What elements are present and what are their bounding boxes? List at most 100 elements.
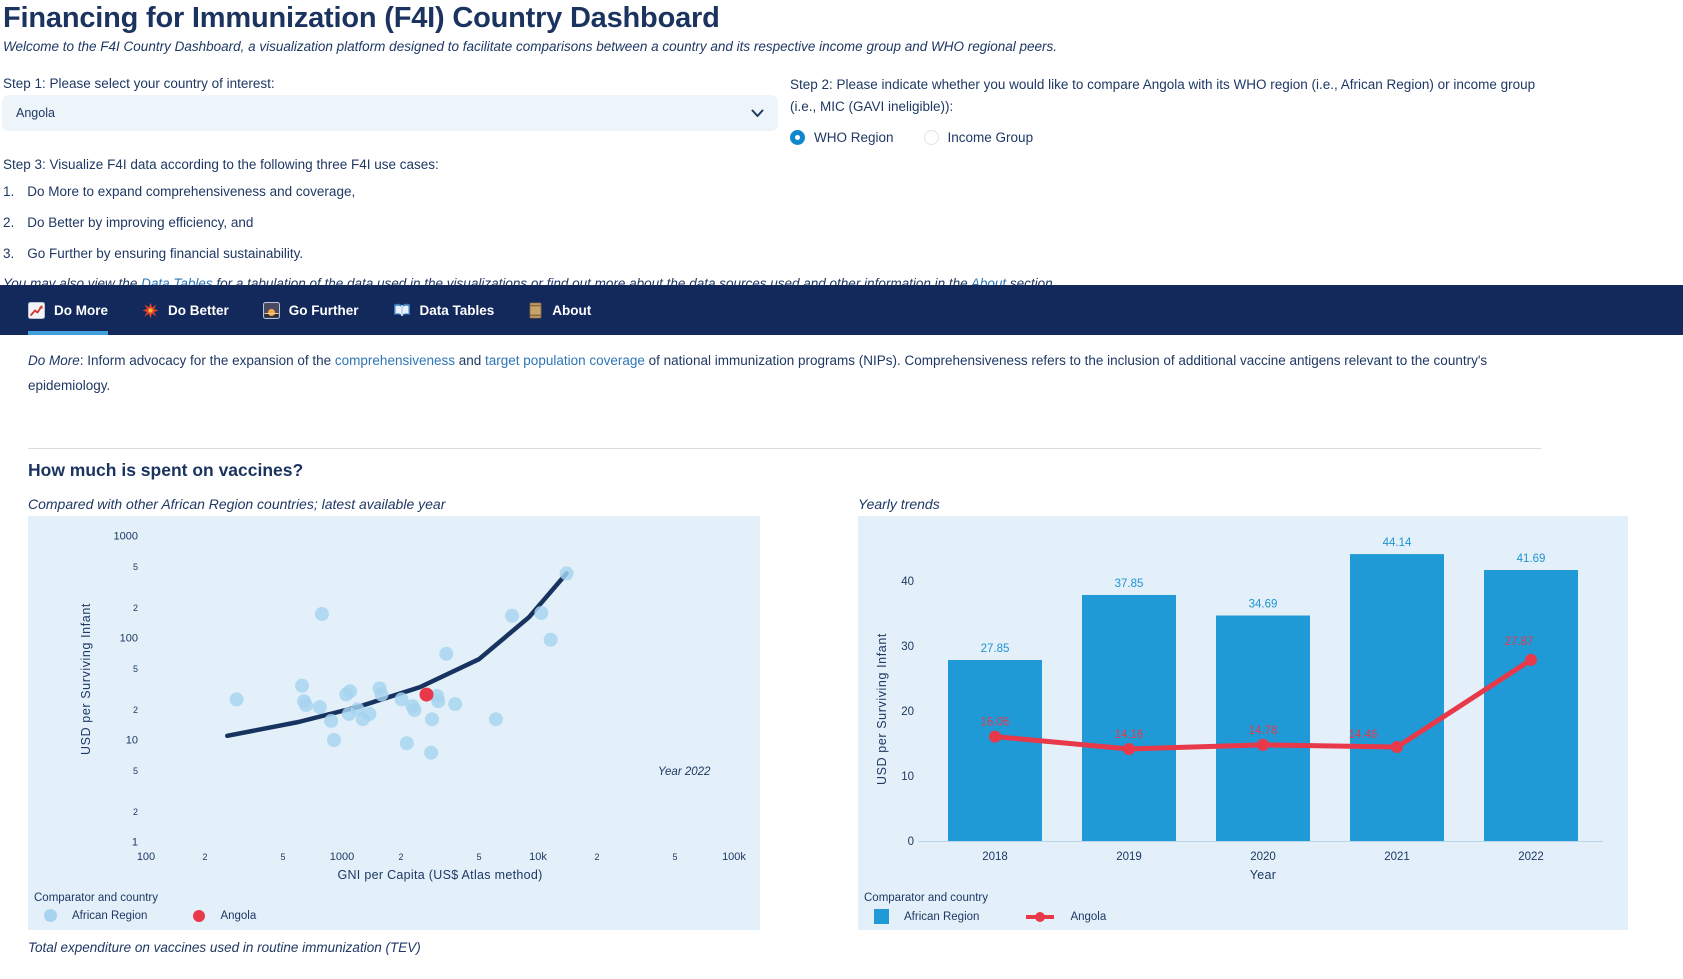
scatter-legend: African Region Angola bbox=[44, 909, 256, 922]
tab-label: About bbox=[552, 303, 591, 318]
step2-block: Step 2: Please indicate whether you woul… bbox=[790, 74, 1562, 149]
african-region-dot-swatch[interactable] bbox=[44, 909, 57, 922]
svg-text:16.06: 16.06 bbox=[981, 717, 1010, 729]
tab-do-more[interactable]: Do More bbox=[28, 285, 108, 335]
svg-text:100k: 100k bbox=[722, 851, 746, 863]
use-case-name: Go Further bbox=[27, 246, 92, 261]
tab-do-better[interactable]: Do Better bbox=[142, 285, 229, 335]
tab-label: Go Further bbox=[289, 303, 359, 318]
svg-text:14.46: 14.46 bbox=[1349, 729, 1378, 741]
tab-label: Data Tables bbox=[420, 303, 495, 318]
angola-line-swatch[interactable] bbox=[1025, 911, 1055, 923]
legend-african-region-label[interactable]: African Region bbox=[72, 910, 147, 922]
svg-text:2: 2 bbox=[202, 852, 207, 862]
svg-text:5: 5 bbox=[280, 852, 285, 862]
radio-income-group-label: Income Group bbox=[948, 127, 1034, 149]
radio-income-group[interactable]: Income Group bbox=[924, 127, 1034, 149]
country-select-dropdown[interactable]: Angola bbox=[2, 95, 778, 131]
svg-text:5: 5 bbox=[672, 852, 677, 862]
svg-text:1: 1 bbox=[132, 837, 138, 849]
svg-text:0: 0 bbox=[908, 836, 914, 848]
svg-text:41.69: 41.69 bbox=[1517, 553, 1546, 565]
bar-y-axis-label: USD per Surviving Infant bbox=[875, 589, 889, 829]
svg-text:30: 30 bbox=[901, 641, 914, 653]
legend-african-region-label[interactable]: African Region bbox=[904, 911, 979, 923]
svg-text:100: 100 bbox=[137, 851, 155, 863]
f4i-dashboard: Financing for Immunization (F4I) Country… bbox=[0, 0, 1683, 979]
svg-text:2: 2 bbox=[133, 807, 138, 817]
svg-text:2: 2 bbox=[398, 852, 403, 862]
svg-text:20: 20 bbox=[901, 706, 914, 718]
svg-text:2022: 2022 bbox=[1518, 851, 1544, 863]
svg-text:2: 2 bbox=[133, 705, 138, 715]
comprehensiveness-link[interactable]: comprehensiveness bbox=[335, 353, 455, 368]
bar-x-axis-label: Year bbox=[1113, 868, 1413, 882]
svg-text:34.69: 34.69 bbox=[1249, 599, 1278, 611]
book-spine-icon bbox=[528, 302, 543, 319]
svg-text:44.14: 44.14 bbox=[1383, 537, 1412, 549]
use-case-number: 3. bbox=[3, 244, 14, 265]
scatter-chart-card: USD per Surviving Infant 1 2 5 10 2 5 100 2 5 100… bbox=[28, 516, 760, 930]
page-title: Financing for Immunization (F4I) Country… bbox=[3, 2, 720, 35]
svg-text:2019: 2019 bbox=[1116, 851, 1142, 863]
scatter-y-axis-label: USD per Surviving Infant bbox=[79, 559, 93, 799]
radio-who-region-label: WHO Region bbox=[814, 127, 894, 149]
bar-legend-title: Comparator and country bbox=[864, 892, 988, 904]
svg-text:14.78: 14.78 bbox=[1249, 725, 1278, 737]
legend-angola-label[interactable]: Angola bbox=[1070, 911, 1106, 923]
country-select-value: Angola bbox=[16, 106, 55, 120]
tab-go-further[interactable]: Go Further bbox=[263, 285, 359, 335]
comparator-radio-group: WHO Region Income Group bbox=[790, 127, 1562, 149]
main-navbar: Do More Do Better Go Further bbox=[0, 285, 1683, 335]
use-case-text: by improving efficiency, and bbox=[84, 215, 253, 230]
use-case-number: 2. bbox=[3, 213, 14, 234]
open-book-icon bbox=[393, 302, 411, 318]
svg-text:40: 40 bbox=[901, 576, 914, 588]
line-chart-icon bbox=[28, 302, 45, 319]
svg-text:2: 2 bbox=[133, 603, 138, 613]
section-divider bbox=[28, 448, 1541, 449]
radio-who-region[interactable]: WHO Region bbox=[790, 127, 894, 149]
step3-label: Step 3: Visualize F4I data according to … bbox=[3, 157, 1056, 172]
svg-text:100: 100 bbox=[120, 633, 138, 645]
legend-angola-label[interactable]: Angola bbox=[220, 910, 256, 922]
bar-chart-title: Yearly trends bbox=[858, 496, 940, 512]
svg-text:2020: 2020 bbox=[1250, 851, 1276, 863]
african-region-square-swatch[interactable] bbox=[874, 909, 889, 924]
step2-label: Step 2: Please indicate whether you woul… bbox=[790, 74, 1562, 118]
target-population-coverage-link[interactable]: target population coverage bbox=[485, 353, 645, 368]
svg-text:5: 5 bbox=[133, 766, 138, 776]
scatter-chart-title: Compared with other African Region count… bbox=[28, 496, 445, 512]
sunset-icon bbox=[263, 302, 280, 319]
svg-text:5: 5 bbox=[133, 664, 138, 674]
bar-legend: African Region Angola bbox=[874, 909, 1106, 924]
svg-text:14.16: 14.16 bbox=[1115, 729, 1144, 741]
use-case-go-further: 3. Go Further by ensuring financial sust… bbox=[3, 244, 1056, 265]
svg-text:5: 5 bbox=[133, 562, 138, 572]
tab-data-tables[interactable]: Data Tables bbox=[393, 285, 495, 335]
use-case-do-better: 2. Do Better by improving efficiency, an… bbox=[3, 213, 1056, 234]
svg-text:27.85: 27.85 bbox=[981, 643, 1010, 655]
svg-text:10k: 10k bbox=[529, 851, 547, 863]
radio-unselected-icon[interactable] bbox=[924, 130, 939, 145]
use-case-do-more: 1. Do More to expand comprehensiveness a… bbox=[3, 182, 1056, 203]
scatter-x-axis-label: GNI per Capita (US$ Atlas method) bbox=[290, 868, 590, 882]
svg-text:10: 10 bbox=[126, 735, 138, 747]
page-subtitle: Welcome to the F4I Country Dashboard, a … bbox=[3, 39, 1057, 54]
scatter-legend-title: Comparator and country bbox=[34, 892, 158, 904]
step3-block: Step 3: Visualize F4I data according to … bbox=[3, 157, 1056, 291]
svg-text:27.87: 27.87 bbox=[1505, 636, 1534, 648]
angola-dot-swatch[interactable] bbox=[193, 910, 205, 922]
bar-chart-card: USD per Surviving Infant 01020304027.852… bbox=[858, 516, 1628, 930]
starburst-icon bbox=[142, 302, 159, 319]
use-case-text: to expand comprehensiveness and coverage… bbox=[79, 184, 355, 199]
tab-label: Do More bbox=[54, 303, 108, 318]
radio-selected-icon[interactable] bbox=[790, 130, 805, 145]
do-more-description: Do More: Inform advocacy for the expansi… bbox=[28, 349, 1533, 399]
section-heading: How much is spent on vaccines? bbox=[28, 460, 303, 481]
tab-about[interactable]: About bbox=[528, 285, 591, 335]
use-case-name: Do Better bbox=[27, 215, 84, 230]
use-case-name: Do More bbox=[27, 184, 79, 199]
svg-text:2: 2 bbox=[594, 852, 599, 862]
svg-text:1000: 1000 bbox=[330, 851, 354, 863]
